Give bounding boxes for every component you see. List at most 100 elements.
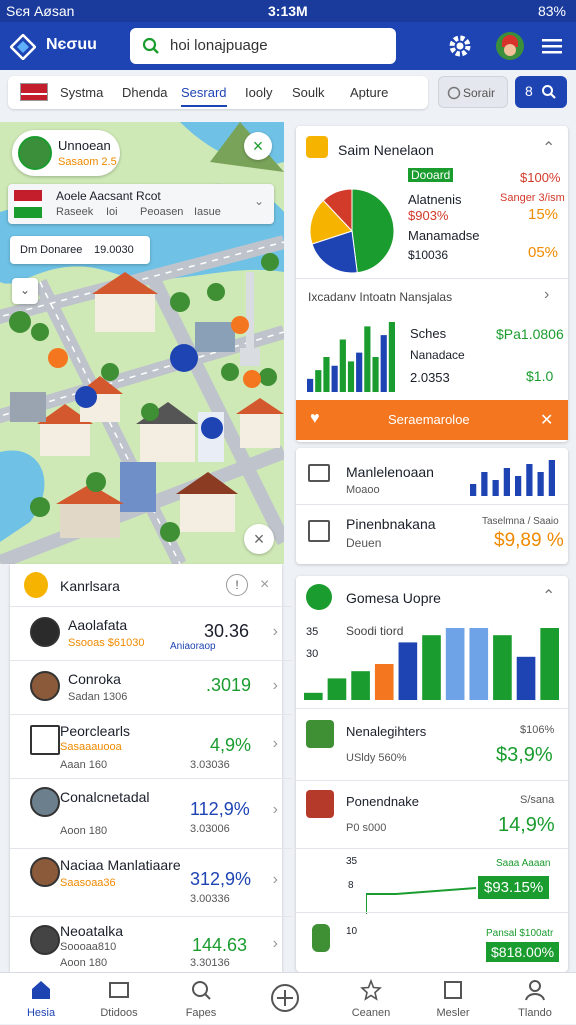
close-icon[interactable]: ✕: [540, 410, 553, 430]
summary-l1-val: $903%: [408, 208, 449, 223]
table-row[interactable]: Peorclearls Sasaaauooa Aaan 160 4,9% 3.0…: [10, 714, 292, 778]
row-name: Naciaa Manlatiaare: [60, 857, 181, 873]
profile-avatar: [18, 136, 52, 170]
bar: [526, 464, 533, 496]
bookmark-icon: 8: [525, 83, 533, 99]
chevron-up-icon[interactable]: ⌃: [542, 138, 555, 158]
bar: [315, 370, 322, 392]
search-icon: [192, 981, 211, 1000]
info-icon[interactable]: !: [226, 574, 248, 596]
user-avatar[interactable]: [496, 32, 524, 60]
app-logo-icon[interactable]: [10, 34, 36, 60]
nav-center[interactable]: Ceanen: [330, 973, 412, 1025]
comp-i2-top: S/sana: [520, 794, 555, 806]
bar: [493, 635, 512, 700]
last-tick: 10: [346, 926, 358, 937]
tab-systma[interactable]: Systma: [60, 85, 103, 100]
row-sub: Sadan 1306: [68, 691, 128, 703]
row-value: 312,9%: [190, 869, 252, 889]
bar: [347, 361, 355, 392]
bar: [327, 678, 347, 700]
nav-label: Tlando: [518, 1007, 552, 1019]
mini-bar-chart: [470, 460, 555, 496]
nav-label: Mesler: [436, 1007, 470, 1019]
add-icon: [271, 984, 299, 1012]
bar: [537, 472, 544, 496]
comp-i1-sub: USldy 560%: [346, 752, 407, 764]
home-icon: [32, 981, 50, 999]
chevron-right-icon: ›: [272, 801, 278, 818]
clock: 3:13M: [268, 3, 308, 19]
city-map[interactable]: Unnoean Sasaom 2.5 × Aoele Aacsant Rcot …: [0, 122, 284, 564]
comp-title: Gomesa Uopre: [346, 590, 441, 606]
stat-l1: Manlelenoaan: [346, 464, 434, 480]
asset-col3: Peoasen: [140, 206, 184, 218]
search-input[interactable]: hoi lonajpuage: [130, 28, 396, 64]
carrier-label: Sєя Aøsan: [6, 3, 75, 19]
map-profile-card[interactable]: Unnoean Sasaom 2.5: [12, 130, 120, 176]
app-bar: Nєσuu hoi lonajpuage: [0, 22, 576, 70]
search-go-button[interactable]: 8: [515, 76, 567, 108]
table-row[interactable]: Conalcnetadal Aoon 180 112,9% 3.03006 ›: [10, 778, 292, 848]
sparkline: [366, 887, 476, 914]
settings-gear-icon[interactable]: [446, 32, 474, 60]
chevron-right-icon: ›: [272, 677, 278, 694]
nav-messages[interactable]: Mesler: [412, 973, 494, 1025]
action-banner[interactable]: ♥ Seraemaroloe ✕: [296, 400, 568, 440]
asset-card[interactable]: Aoele Aacsant Rcot Raseek Ioi Peoasen Ia…: [8, 184, 274, 224]
bar: [469, 628, 489, 700]
bar: [515, 476, 522, 496]
summary-l2-pct: 05%: [528, 244, 559, 261]
nav-label: Dtidoos: [100, 1007, 138, 1019]
table-row[interactable]: Conroka Sadan 1306 .3019 ›: [10, 660, 292, 714]
monitor-icon: [308, 464, 330, 482]
table-row[interactable]: Aaolafata Ssooas $61030 30.36 Aniaoraop …: [10, 606, 292, 660]
bar: [323, 357, 330, 392]
table-row[interactable]: Naciaa Manlatiaare Saasoaa36 312,9% 3.00…: [10, 848, 292, 916]
info-chip-label: Dm Donaree: [20, 244, 83, 256]
bar-label-2: Nanadace: [410, 348, 465, 362]
tab-dhenda[interactable]: Dhenda: [122, 85, 168, 100]
nav-home[interactable]: Hesia: [0, 973, 82, 1025]
alert-icon: [308, 520, 330, 542]
leaderboard-title: Kanrlsara: [60, 578, 120, 594]
row-name: Peorclearls: [60, 723, 131, 739]
summary-l2-val: $10036: [408, 248, 449, 262]
stat-l2-sub: Deuen: [346, 536, 382, 550]
nav-profile[interactable]: Tlando: [494, 973, 576, 1025]
info-chip: Dm Donaree 19.0030: [10, 236, 150, 264]
nav-videos[interactable]: Dtidoos: [78, 973, 160, 1025]
bottom-nav: Hesia Dtidoos Fapes Ceanen Mesler Tlando: [0, 972, 576, 1024]
close-icon[interactable]: ×: [260, 576, 269, 594]
profile-sub: Sasaom 2.5: [58, 156, 117, 168]
tab-iooly[interactable]: Iooly: [245, 85, 272, 100]
row-extra: Aaan 160: [60, 759, 108, 771]
last-value: $818.00%: [486, 942, 560, 962]
bar-value-1: $Pa1.0806: [496, 326, 564, 342]
map-expand-button[interactable]: ⌄: [12, 278, 38, 304]
nav-pages[interactable]: Fapes: [160, 973, 242, 1025]
chevron-right-icon[interactable]: ›: [544, 286, 549, 304]
flag-icon: [20, 83, 48, 101]
filter-button[interactable]: Sorair: [438, 76, 508, 108]
menu-icon[interactable]: [538, 32, 566, 60]
star-icon: [360, 979, 382, 1001]
tab-sesrard[interactable]: Sesrard: [181, 85, 227, 107]
chevron-up-icon[interactable]: ⌃: [542, 586, 555, 606]
bar: [503, 468, 510, 496]
comparison-card: Gomesa Uopre ⌃ 35 30 Soodi tiord Nenaleg…: [296, 576, 568, 972]
section-title: Ixcadanv Intoatn Nansjalas: [308, 290, 453, 304]
building-icon: [306, 720, 334, 748]
avatar: [30, 857, 60, 887]
pie-chart: [309, 188, 395, 274]
nav-label: Fapes: [185, 1007, 217, 1019]
close-icon[interactable]: ×: [244, 132, 272, 160]
nav-add[interactable]: [244, 973, 326, 1025]
map-close-icon[interactable]: ×: [244, 524, 274, 554]
table-row[interactable]: Neoatalka Soooaa810 Aoon 180 144.63 3.30…: [10, 916, 292, 972]
chevron-down-icon[interactable]: ⌄: [254, 194, 264, 208]
tab-apture[interactable]: Apture: [350, 85, 388, 100]
avatar: [30, 787, 60, 817]
tab-soulk[interactable]: Soulk: [292, 85, 325, 100]
search-icon: [142, 37, 159, 54]
